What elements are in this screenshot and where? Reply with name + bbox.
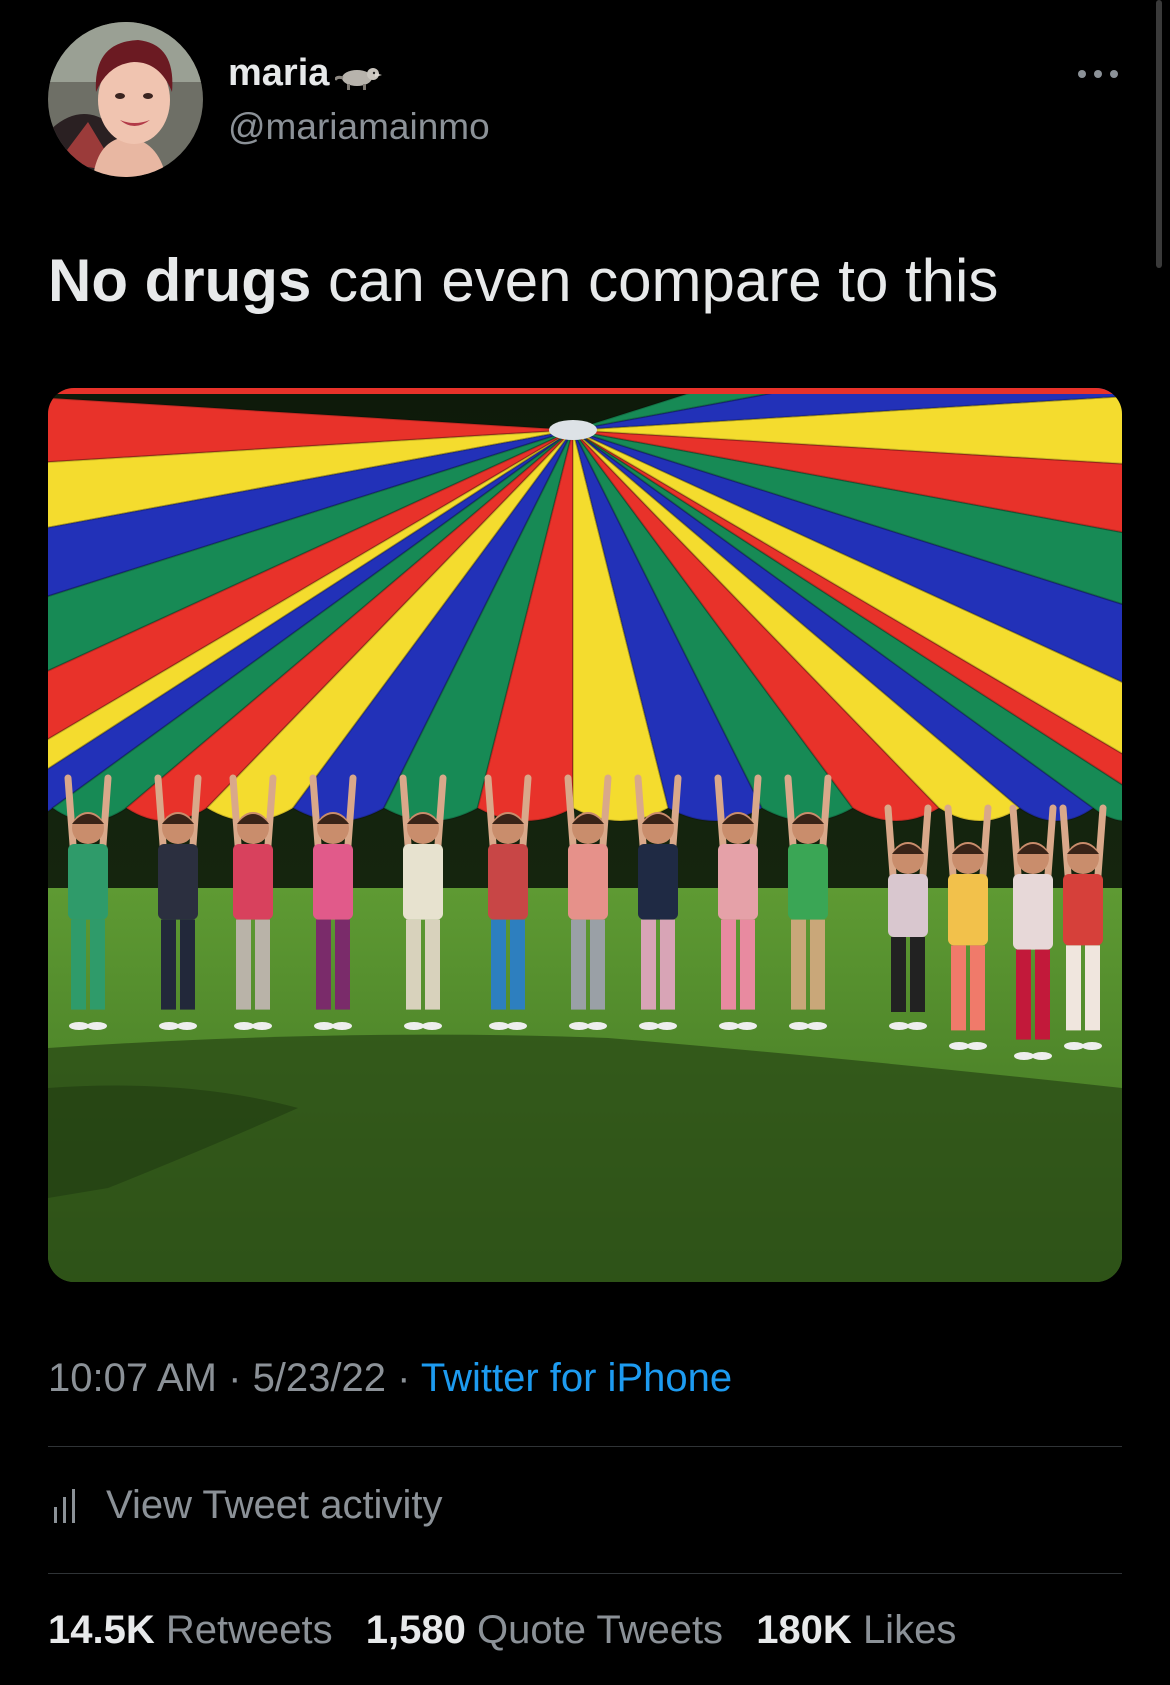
parachute-edge	[48, 388, 1122, 394]
tweet-stats: 14.5K Retweets 1,580 Quote Tweets 180K L…	[48, 1608, 978, 1652]
display-name[interactable]: maria	[228, 54, 383, 92]
view-tweet-activity-button[interactable]: View Tweet activity	[52, 1480, 442, 1530]
retweets-label: Retweets	[165, 1608, 333, 1652]
tweet-media-photo[interactable]	[48, 388, 1122, 1282]
more-dot-icon	[1078, 70, 1086, 78]
parachute-canopy	[48, 388, 1122, 822]
display-name-text: maria	[228, 52, 330, 94]
avatar-image	[48, 22, 203, 177]
scrollbar[interactable]	[1156, 0, 1162, 268]
more-dot-icon	[1110, 70, 1118, 78]
more-dot-icon	[1094, 70, 1102, 78]
divider	[48, 1446, 1122, 1447]
tweet-date: 5/23/22	[252, 1356, 387, 1400]
more-options-button[interactable]	[1078, 66, 1118, 82]
bar-chart-icon	[54, 1489, 75, 1523]
view-tweet-activity-label: View Tweet activity	[106, 1482, 443, 1527]
quote-tweets-stat[interactable]: 1,580 Quote Tweets	[366, 1608, 723, 1652]
parachute-center-hole	[549, 420, 597, 440]
tweet-header: maria @mariamainmo	[48, 22, 1122, 177]
user-handle[interactable]: @mariamainmo	[228, 108, 490, 145]
likes-count: 180K	[756, 1608, 852, 1652]
parachute-photo	[48, 388, 1122, 1282]
tweet-text-bold: No drugs	[48, 247, 312, 314]
tweet-source-link[interactable]: Twitter for iPhone	[421, 1356, 732, 1400]
tweet-meta: 10:07 AM · 5/23/22 · Twitter for iPhone	[48, 1356, 732, 1400]
retweets-stat[interactable]: 14.5K Retweets	[48, 1608, 333, 1652]
quote-tweets-count: 1,580	[365, 1608, 466, 1652]
meta-separator: ·	[217, 1356, 253, 1400]
tweet-text-rest: can even compare to this	[311, 247, 999, 314]
tweet-time: 10:07 AM	[48, 1356, 218, 1400]
quote-tweets-label: Quote Tweets	[476, 1608, 724, 1652]
retweets-count: 14.5K	[48, 1608, 155, 1652]
raccoon-icon	[335, 67, 383, 90]
tweet-text: No drugs can even compare to this	[48, 248, 998, 314]
avatar[interactable]	[48, 22, 203, 177]
likes-stat[interactable]: 180K Likes	[756, 1608, 956, 1652]
divider	[48, 1573, 1122, 1574]
likes-label: Likes	[862, 1608, 957, 1652]
meta-separator: ·	[386, 1356, 421, 1400]
